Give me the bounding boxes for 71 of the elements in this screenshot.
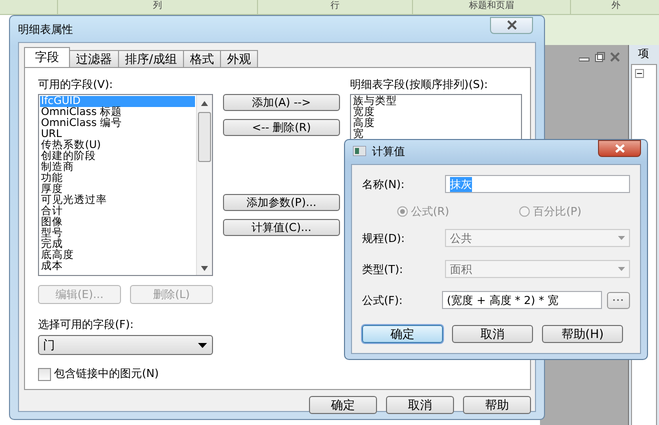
close-icon xyxy=(614,144,624,153)
close-icon xyxy=(506,20,518,30)
more-button[interactable] xyxy=(606,292,630,308)
field-label: 规程(D): xyxy=(362,230,406,246)
field-category-dropdown[interactable]: 门 xyxy=(38,335,213,355)
field-label: 可用的字段(V): xyxy=(38,78,114,92)
list-item[interactable]: 创建的阶段 xyxy=(40,151,195,162)
scroll-thumb[interactable] xyxy=(198,112,211,162)
list-item[interactable]: 传热系数(U) xyxy=(40,140,195,151)
restore-icon[interactable] xyxy=(595,52,605,62)
tab[interactable]: 过滤器 xyxy=(69,50,119,67)
list-item[interactable]: 合计 xyxy=(40,206,195,217)
list-item[interactable]: 厚度 xyxy=(40,184,195,195)
radio-icon xyxy=(397,206,408,216)
tab[interactable]: 格式 xyxy=(183,50,222,67)
dialog-button[interactable]: 帮助 xyxy=(463,396,531,414)
dropdown-arrow-icon xyxy=(618,236,625,240)
field-label: 类型(T): xyxy=(362,262,404,276)
dropdown-arrow-icon xyxy=(618,267,625,271)
app-icon xyxy=(353,146,366,156)
scroll-up-icon[interactable] xyxy=(201,101,208,106)
list-item[interactable]: 族与类型 xyxy=(352,96,520,107)
close-button[interactable] xyxy=(598,140,641,157)
list-item[interactable]: 制造商 xyxy=(40,162,195,173)
list-item[interactable]: OmniClass 标题 xyxy=(40,107,195,118)
panel-title: 项 xyxy=(638,46,649,61)
close-icon[interactable] xyxy=(610,52,620,62)
field-label: 名称(N): xyxy=(362,176,406,192)
list-item[interactable]: 宽度 xyxy=(352,107,520,118)
list-item[interactable]: 图像 xyxy=(40,217,195,228)
action-button[interactable]: 计算值(C)... xyxy=(223,219,340,236)
field-label: 选择可用的字段(F): xyxy=(38,318,135,332)
scrollbar[interactable] xyxy=(196,95,212,275)
dialog-button[interactable]: 取消 xyxy=(386,396,454,414)
window-title: 明细表属性 xyxy=(18,22,74,36)
column-header: 标题和页眉 xyxy=(412,0,570,14)
dialog-button[interactable]: 确定 xyxy=(362,325,443,343)
available-fields-list[interactable]: IfcGUID OmniClass 标题 OmniClass 编号 URL 传热系数(U) 创建的阶段 制造商 功能 厚度 可见光透过率 合计 图像 型号 完成 底高度 成本 xyxy=(38,94,213,276)
list-item[interactable]: 宽 xyxy=(352,129,520,140)
tab[interactable]: 外观 xyxy=(220,50,258,67)
checkbox-label: 包含链接中的图元(N) xyxy=(54,367,159,381)
list-item[interactable]: 高度 xyxy=(352,118,520,129)
scroll-down-icon[interactable] xyxy=(201,266,208,271)
tab[interactable]: 字段 xyxy=(24,47,70,67)
collapse-icon[interactable] xyxy=(635,69,644,78)
dialog-button[interactable]: 确定 xyxy=(309,396,377,414)
close-button[interactable] xyxy=(490,16,533,34)
list-item[interactable]: 型号 xyxy=(40,228,195,239)
formula-field[interactable]: (宽度 + 高度 * 2) * 宽 xyxy=(442,291,602,309)
action-button[interactable]: <-- 删除(R) xyxy=(223,119,340,136)
list-item[interactable]: OmniClass 编号 xyxy=(40,118,195,129)
field-label: 公式(F): xyxy=(362,292,404,308)
dropdown-arrow-icon xyxy=(198,342,207,348)
list-item[interactable]: 底高度 xyxy=(40,250,195,261)
list-item[interactable]: 功能 xyxy=(40,173,195,184)
field-label: 明细表字段(按顺序排列)(S): xyxy=(350,78,489,92)
list-item[interactable]: URL xyxy=(40,129,195,140)
column-header: 外 xyxy=(570,0,659,14)
action-button[interactable]: 添加参数(P)... xyxy=(223,194,340,211)
dialog-button[interactable]: 取消 xyxy=(452,325,533,343)
action-button[interactable]: 添加(A) --> xyxy=(223,94,340,111)
list-item[interactable]: 成本 xyxy=(40,261,195,272)
dialog-button[interactable]: 帮助(H) xyxy=(542,325,623,343)
column-header: 列 xyxy=(57,0,257,14)
tab[interactable]: 排序/成组 xyxy=(118,50,184,67)
column-header: 行 xyxy=(257,0,412,14)
window-title: 计算值 xyxy=(372,144,406,158)
list-item[interactable]: 完成 xyxy=(40,239,195,250)
radio-icon xyxy=(519,206,530,216)
list-item[interactable]: 可见光透过率 xyxy=(40,195,195,206)
checkbox[interactable] xyxy=(38,368,51,380)
